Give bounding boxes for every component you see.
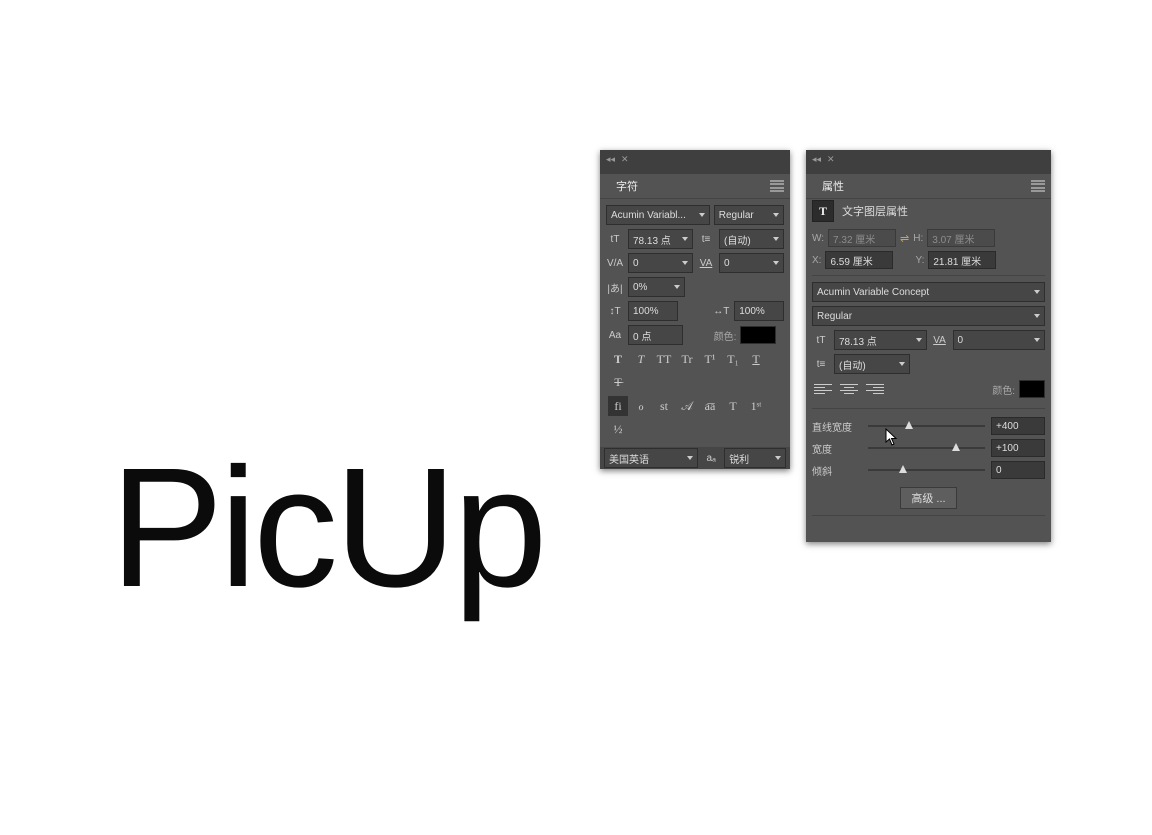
panel-collapse-strip[interactable]: ◂◂ ✕ bbox=[812, 154, 835, 165]
subscript-toggle[interactable]: T₁ bbox=[723, 349, 743, 369]
properties-tab[interactable]: 属性 bbox=[812, 174, 854, 198]
leading-icon: t≡ bbox=[697, 230, 715, 248]
align-left-button[interactable] bbox=[812, 378, 834, 400]
y-input[interactable]: 21.81 厘米 bbox=[928, 251, 996, 269]
swash-toggle[interactable]: 𝒜 bbox=[677, 396, 697, 416]
close-icon: ✕ bbox=[621, 154, 629, 165]
prop-tracking-input[interactable]: 0 bbox=[953, 330, 1046, 350]
collapse-icon: ◂◂ bbox=[606, 154, 615, 165]
baseline-shift-input[interactable]: 0 点 bbox=[628, 325, 683, 345]
font-family-select[interactable]: Acumin Variabl... bbox=[606, 205, 710, 225]
baseline-shift-icon: Aa bbox=[606, 326, 624, 344]
font-size-input[interactable]: 78.13 点 bbox=[628, 229, 693, 249]
antialias-icon: aₐ bbox=[702, 449, 720, 467]
character-panel-header: 字符 bbox=[600, 174, 790, 199]
font-style-select[interactable]: Regular bbox=[714, 205, 784, 225]
width-input: 7.32 厘米 bbox=[828, 229, 896, 247]
character-panel: ◂◂ ✕ 字符 Acumin Variabl... Regular tT 78.… bbox=[600, 150, 790, 469]
titling-alt-toggle[interactable]: T bbox=[723, 396, 743, 416]
italic-toggle[interactable]: T bbox=[631, 349, 651, 369]
text-color-swatch[interactable] bbox=[740, 326, 776, 344]
flyout-menu-icon[interactable] bbox=[1031, 180, 1045, 192]
tracking-icon: VA bbox=[931, 331, 949, 349]
line-width-label: 直线宽度 bbox=[812, 419, 862, 434]
y-label: Y: bbox=[915, 255, 924, 266]
leading-input[interactable]: (自动) bbox=[719, 229, 784, 249]
advanced-button[interactable]: 高级 ... bbox=[900, 487, 956, 509]
character-panel-tabbar: ◂◂ ✕ bbox=[600, 150, 790, 174]
tracking-input[interactable]: 0 bbox=[719, 253, 784, 273]
prop-color-swatch[interactable] bbox=[1019, 380, 1045, 398]
width-label: W: bbox=[812, 233, 824, 244]
tsume-input[interactable]: 0% bbox=[628, 277, 685, 297]
ordinals-toggle[interactable]: 1ˢᵗ bbox=[746, 396, 766, 416]
kerning-input[interactable]: 0 bbox=[628, 253, 693, 273]
ligatures-toggle[interactable]: fi bbox=[608, 396, 628, 416]
tracking-icon: VA bbox=[697, 254, 715, 272]
kerning-icon: V/A bbox=[606, 254, 624, 272]
panel-collapse-strip[interactable]: ◂◂ ✕ bbox=[606, 154, 629, 165]
stylistic-alt-toggle[interactable]: a͞a bbox=[700, 396, 720, 416]
collapse-icon: ◂◂ bbox=[812, 154, 821, 165]
slant-label: 倾斜 bbox=[812, 463, 862, 478]
properties-panel: ◂◂ ✕ 属性 T 文字图层属性 W: 7.32 厘米 ⇌ H: 3.07 厘米… bbox=[806, 150, 1051, 542]
close-icon: ✕ bbox=[827, 154, 835, 165]
prop-font-style-select[interactable]: Regular bbox=[812, 306, 1045, 326]
canvas-sample-text: PicUp bbox=[110, 430, 543, 626]
fractions-toggle[interactable]: ½ bbox=[608, 419, 628, 439]
underline-toggle[interactable]: T bbox=[746, 349, 766, 369]
discretionary-lig-toggle[interactable]: st bbox=[654, 396, 674, 416]
font-size-icon: tT bbox=[812, 331, 830, 349]
smallcaps-toggle[interactable]: Tr bbox=[677, 349, 697, 369]
font-size-icon: tT bbox=[606, 230, 624, 248]
flyout-menu-icon[interactable] bbox=[770, 180, 784, 192]
height-input: 3.07 厘米 bbox=[927, 229, 995, 247]
type-layer-icon: T bbox=[812, 200, 834, 222]
width-slider-label: 宽度 bbox=[812, 441, 862, 456]
type-layer-title: 文字图层属性 bbox=[842, 203, 908, 219]
bold-toggle[interactable]: T bbox=[608, 349, 628, 369]
line-width-value[interactable]: +400 bbox=[991, 417, 1045, 435]
type-style-row: T T TT Tr T¹ T₁ T T̵ bbox=[606, 349, 784, 392]
leading-icon: t≡ bbox=[812, 355, 830, 373]
character-tab[interactable]: 字符 bbox=[606, 174, 648, 198]
prop-font-family-select[interactable]: Acumin Variable Concept bbox=[812, 282, 1045, 302]
link-wh-icon[interactable]: ⇌ bbox=[900, 232, 909, 245]
tsume-icon: |あ| bbox=[606, 278, 624, 296]
color-label: 颜色: bbox=[714, 328, 737, 343]
allcaps-toggle[interactable]: TT bbox=[654, 349, 674, 369]
properties-panel-tabbar: ◂◂ ✕ bbox=[806, 150, 1051, 174]
horizontal-scale-icon: ↔T bbox=[712, 302, 730, 320]
vertical-scale-icon: ↕T bbox=[606, 302, 624, 320]
line-width-slider[interactable] bbox=[868, 419, 985, 433]
height-label: H: bbox=[913, 233, 923, 244]
properties-panel-header: 属性 bbox=[806, 174, 1051, 199]
opentype-row: fi ℴ st 𝒜 a͞a T 1ˢᵗ ½ bbox=[606, 396, 784, 439]
prop-font-size-input[interactable]: 78.13 点 bbox=[834, 330, 927, 350]
width-slider-value[interactable]: +100 bbox=[991, 439, 1045, 457]
align-center-button[interactable] bbox=[838, 378, 860, 400]
x-label: X: bbox=[812, 255, 821, 266]
align-right-button[interactable] bbox=[864, 378, 886, 400]
prop-leading-input[interactable]: (自动) bbox=[834, 354, 910, 374]
slant-slider[interactable] bbox=[868, 463, 985, 477]
x-input[interactable]: 6.59 厘米 bbox=[825, 251, 893, 269]
prop-color-label: 颜色: bbox=[992, 382, 1015, 397]
width-slider[interactable] bbox=[868, 441, 985, 455]
superscript-toggle[interactable]: T¹ bbox=[700, 349, 720, 369]
contextual-alt-toggle[interactable]: ℴ bbox=[631, 396, 651, 416]
slant-value[interactable]: 0 bbox=[991, 461, 1045, 479]
vertical-scale-input[interactable]: 100% bbox=[628, 301, 678, 321]
strikethrough-toggle[interactable]: T̵ bbox=[608, 372, 628, 392]
horizontal-scale-input[interactable]: 100% bbox=[734, 301, 784, 321]
antialias-select[interactable]: 锐利 bbox=[724, 448, 786, 468]
language-select[interactable]: 美国英语 bbox=[604, 448, 698, 468]
